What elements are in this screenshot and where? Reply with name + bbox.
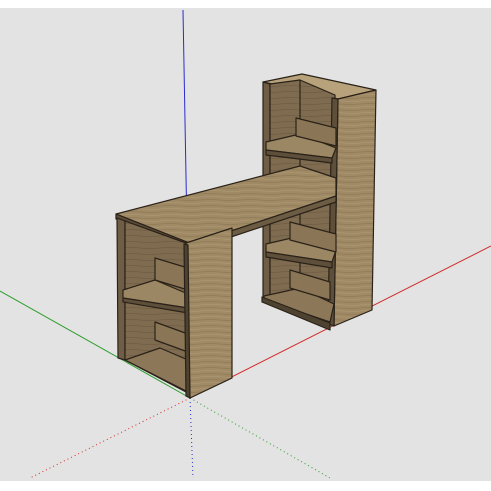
tower-right-panel — [333, 89, 377, 327]
blue-axis-negative — [189, 397, 194, 479]
left-desk-support[interactable] — [116, 217, 233, 399]
desk-with-bookshelf-model[interactable] — [115, 73, 377, 399]
axes-group — [0, 9, 491, 479]
green-axis-negative — [189, 397, 331, 479]
support-right-panel — [185, 227, 233, 399]
3d-scene[interactable] — [0, 0, 491, 491]
red-axis-negative — [29, 397, 191, 479]
support-left-panel — [116, 217, 126, 361]
sketchup-viewport[interactable] — [0, 0, 491, 491]
